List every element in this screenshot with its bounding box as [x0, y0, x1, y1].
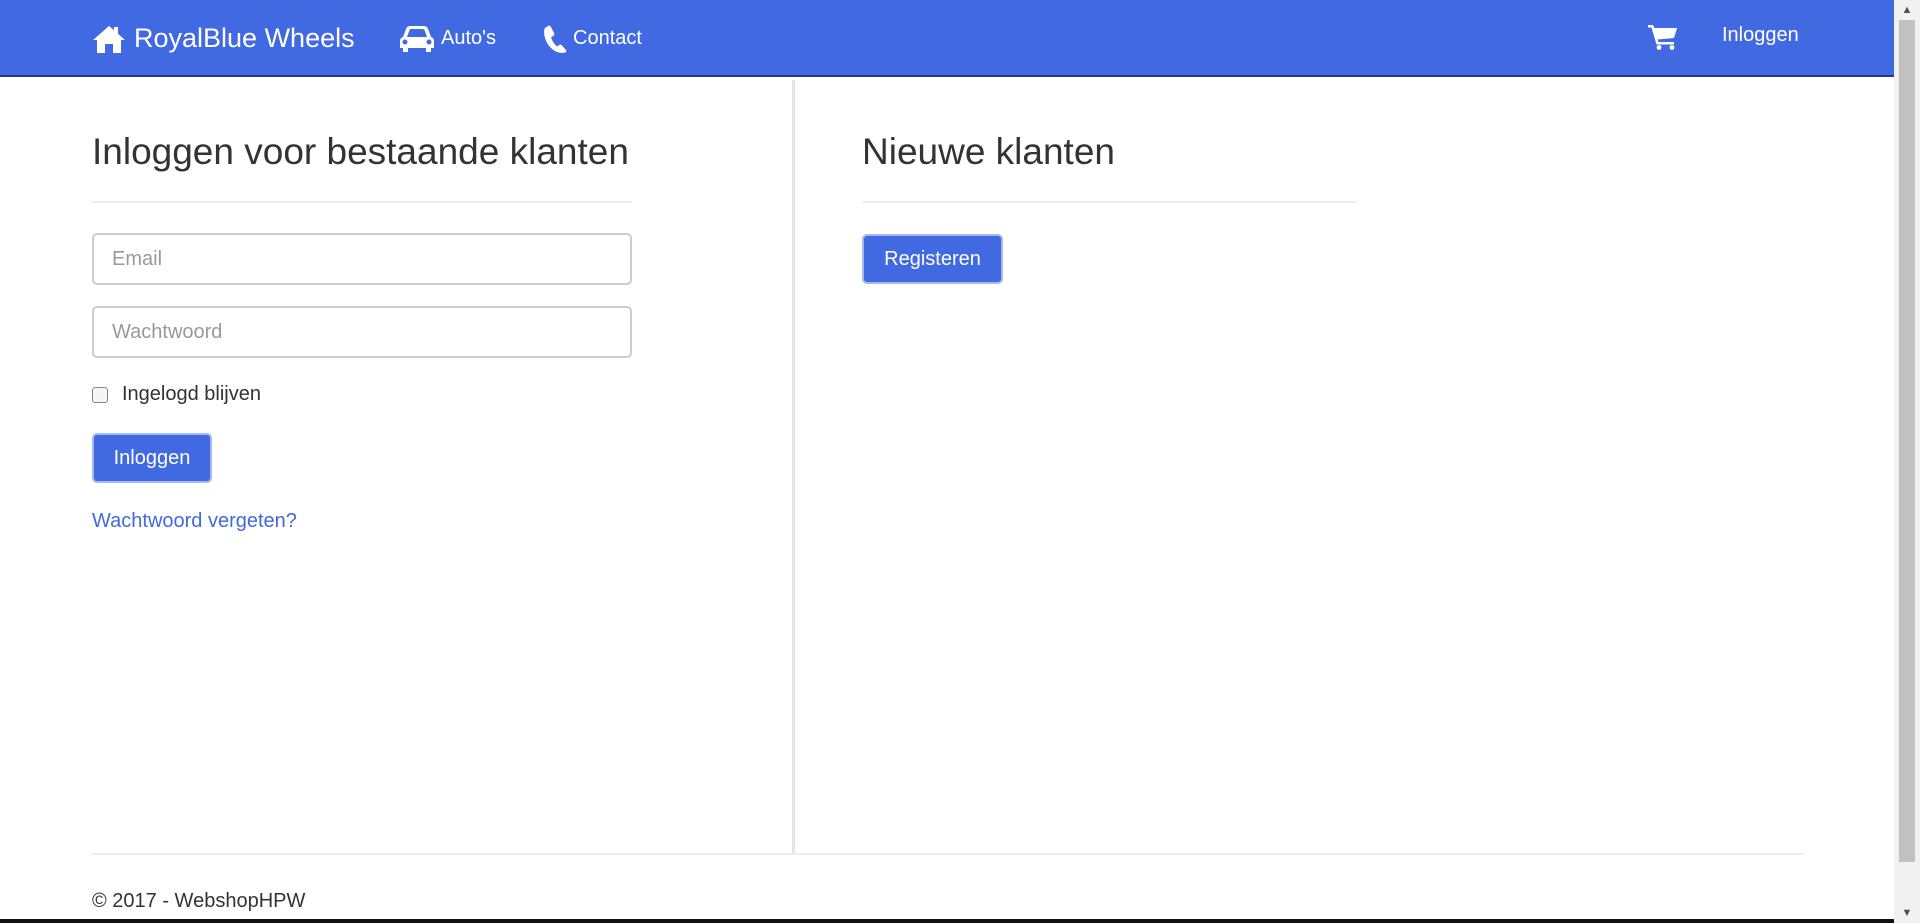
- nav-autos-label: Auto's: [441, 27, 496, 49]
- scrollbar-thumb[interactable]: [1899, 20, 1915, 862]
- top-navbar: RoyalBlue Wheels Auto's Contact Inloggen: [0, 0, 1894, 77]
- nav-autos-link[interactable]: Auto's: [399, 0, 496, 77]
- brand-label: RoyalBlue Wheels: [134, 23, 355, 53]
- brand-link[interactable]: RoyalBlue Wheels: [92, 0, 355, 77]
- scroll-down-arrow-icon[interactable]: ▼: [1894, 903, 1920, 923]
- footer-divider: [92, 853, 1803, 855]
- phone-icon: [543, 25, 573, 53]
- home-icon: [92, 24, 134, 54]
- register-title: Nieuwe klanten: [862, 131, 1115, 172]
- cart-link[interactable]: [1648, 0, 1678, 75]
- nav-contact-label: Contact: [573, 27, 642, 49]
- register-title-divider: [862, 201, 1357, 203]
- footer-copyright: © 2017 - WebshopHPW: [92, 890, 306, 912]
- scroll-up-arrow-icon[interactable]: ▲: [1894, 0, 1920, 20]
- remember-me-row[interactable]: Ingelogd blijven: [92, 383, 261, 406]
- shopping-cart-icon: [1648, 24, 1678, 50]
- column-divider: [792, 80, 795, 853]
- forgot-password-link[interactable]: Wachtwoord vergeten?: [92, 510, 297, 533]
- nav-contact-link[interactable]: Contact: [543, 0, 642, 77]
- email-field[interactable]: [92, 233, 632, 285]
- window-bottom-edge: [0, 919, 1894, 923]
- vertical-scrollbar[interactable]: ▲ ▼: [1894, 0, 1920, 923]
- nav-login-link[interactable]: Inloggen: [1722, 0, 1799, 74]
- remember-me-checkbox[interactable]: [92, 386, 108, 403]
- login-title-divider: [92, 201, 632, 203]
- login-button[interactable]: Inloggen: [92, 433, 212, 483]
- remember-me-label: Ingelogd blijven: [122, 383, 261, 405]
- register-button[interactable]: Registeren: [862, 234, 1003, 284]
- car-icon: [399, 25, 441, 53]
- login-title: Inloggen voor bestaande klanten: [92, 131, 629, 172]
- password-field[interactable]: [92, 306, 632, 358]
